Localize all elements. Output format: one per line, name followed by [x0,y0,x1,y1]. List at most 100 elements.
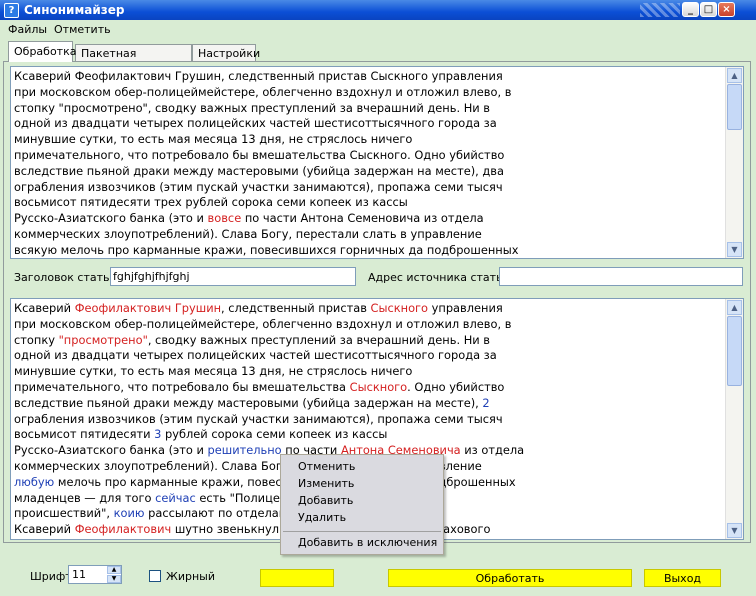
blank-yellow-button[interactable] [260,569,334,587]
result_text-text-segment: Ксаверий [14,301,75,315]
tab-batch-processing[interactable]: Пакетная обработка [75,44,192,77]
source_text-line: Русско-Азиатского банка (это и вовсе по … [14,211,723,227]
close-button[interactable]: × [718,2,735,17]
result_text-line: Ксаверий Феофилактович Грушин, следствен… [14,301,723,317]
result_text-text-segment: младенцев — для того [14,490,156,505]
source_text-line: всякую мелочь про карманные кражи, повес… [14,243,723,258]
source_text-line: одной из двадцати четырех полицейских ча… [14,116,723,132]
result_text-text-segment: при московском обер-полицеймейстере, обл… [14,316,512,331]
context-menu-edit[interactable]: Изменить [298,477,354,490]
source_text-text-segment: ограбления извозчиков (этим пускай участ… [14,179,503,194]
source-text: Ксаверий Феофилактович Грушин, следствен… [14,69,723,258]
article-title-input[interactable]: fghjfghjfhjfghj [110,267,356,286]
result_text-highlighted-word: коию [113,506,145,521]
context-menu-undo[interactable]: Отменить [298,460,355,473]
source_text-text-segment: вследствие пьяной драки между мастеровым… [14,163,504,178]
source-scrollbar[interactable]: ▲ ▼ [725,67,743,258]
result_text-highlighted-word: Сыскного [370,301,429,315]
result_text-highlighted-word: "просмотрено" [58,332,148,347]
source_text-line: ограбления извозчиков (этим пускай участ… [14,180,723,196]
result_text-line: ограбления извозчиков (этим пускай участ… [14,412,723,428]
menu-files[interactable]: Файлы [8,23,47,36]
source-address-label: Адрес источника статьи [368,271,510,284]
result_text-text-segment: происшествий", [14,506,114,521]
result_text-text-segment: восьмисот пятидесяти [14,427,155,442]
result-scrollbar[interactable]: ▲ ▼ [725,299,743,539]
context-menu: Отменить Изменить Добавить Удалить Добав… [280,454,444,555]
context-menu-add-to-exceptions[interactable]: Добавить в исключения [298,536,437,549]
app-icon: ? [4,3,19,18]
tab-processing[interactable]: Обработка [8,41,76,62]
menu-bar: Файлы Отметить [0,20,756,38]
exit-button[interactable]: Выход [644,569,721,587]
bold-label: Жирный [166,570,216,583]
font-size-value: 11 [72,568,86,581]
font-size-stepper[interactable]: 11 ▲ ▼ [68,565,122,584]
result_text-text-segment: ограбления извозчиков (этим пускай участ… [14,411,503,426]
minimize-button[interactable]: _ [682,2,699,17]
source_text-line: стопку "просмотрено", сводку важных прес… [14,101,723,117]
tab-settings[interactable]: Настройки [192,44,260,61]
result_text-text-segment: , следственный пристав [221,301,371,315]
result_text-line: вследствие пьяной драки между мастеровым… [14,396,723,412]
source_text-text-segment: при московском обер-полицеймейстере, обл… [14,84,512,99]
result_text-line: примечательного, что потребовало бы вмеш… [14,380,723,396]
title-bar-pattern [640,3,680,17]
result_text-text-segment: Русско-Азиатского банка (это и [14,443,208,458]
result_text-text-segment: . Одно убийство [407,379,505,394]
result_text-highlighted-word: решительно [207,443,282,458]
scroll-up-arrow-icon[interactable]: ▲ [727,68,742,83]
source_text-text-segment: по части Антона Семеновича из отдела [241,211,484,226]
scroll-thumb[interactable] [727,316,742,386]
source_text-line: минувшие сутки, то есть мая месяца 13 дн… [14,132,723,148]
scroll-down-arrow-icon[interactable]: ▼ [727,242,742,257]
result_text-highlighted-word: Сыскного [349,379,408,394]
result_text-text-segment: рублей сорока семи копеек из кассы [161,427,388,442]
source_text-text-segment: Русско-Азиатского банка (это и [14,211,208,226]
menu-mark[interactable]: Отметить [54,23,111,36]
result_text-line: минувшие сутки, то есть мая месяца 13 дн… [14,364,723,380]
source_text-text-segment: примечательного, что потребовало бы вмеш… [14,147,505,162]
result_text-text-segment: из отдела [460,443,525,458]
result_text-highlighted-word: сейчас [155,490,196,505]
source_text-line: примечательного, что потребовало бы вмеш… [14,148,723,164]
scroll-down-arrow-icon[interactable]: ▼ [727,523,742,538]
result_text-highlighted-word: 2 [482,395,490,410]
result_text-highlighted-word: Феофилактович Грушин [74,301,222,315]
scroll-up-arrow-icon[interactable]: ▲ [727,300,742,315]
result_text-line: одной из двадцати четырех полицейских ча… [14,348,723,364]
scroll-thumb[interactable] [727,84,742,130]
source-address-input[interactable] [499,267,743,286]
article-title-label: Заголовок статьи [14,271,117,284]
result_text-text-segment: Ксаверий [14,522,75,537]
font-label: Шрифт [30,570,72,583]
context-menu-add[interactable]: Добавить [298,494,353,507]
result_text-text-segment: примечательного, что потребовало бы вмеш… [14,379,350,394]
context-menu-separator [283,531,441,532]
result_text-line: стопку "просмотрено", сводку важных прес… [14,333,723,349]
maximize-button[interactable]: □ [700,2,717,17]
source_text-text-segment: минувшие сутки, то есть мая месяца 13 дн… [14,132,413,147]
result_text-line: при московском обер-полицеймейстере, обл… [14,317,723,333]
result_text-text-segment: рассылают по отделам [144,506,288,521]
spin-up-icon[interactable]: ▲ [107,566,121,574]
source_text-line: восьмисот пятидесяти трех рублей сорока … [14,195,723,211]
result_text-highlighted-word: любую [14,474,55,489]
process-button[interactable]: Обработать [388,569,632,587]
source_text-line: при московском обер-полицеймейстере, обл… [14,85,723,101]
window-title: Синонимайзер [24,3,125,17]
source_text-text-segment: одной из двадцати четырех полицейских ча… [14,116,497,131]
source_text-text-segment: стопку "просмотрено", сводку важных прес… [14,100,490,115]
source_text-line: вследствие пьяной драки между мастеровым… [14,164,723,180]
source-text-area[interactable]: Ксаверий Феофилактович Грушин, следствен… [10,66,744,259]
context-menu-delete[interactable]: Удалить [298,511,346,524]
result_text-text-segment: минувшие сутки, то есть мая месяца 13 дн… [14,364,413,379]
result_text-text-segment: управления [428,301,503,315]
bold-checkbox[interactable] [149,570,161,582]
spin-down-icon[interactable]: ▼ [107,575,121,583]
result_text-highlighted-word: Феофилактович [74,522,172,537]
source_text-highlighted-word: вовсе [207,211,242,226]
title-bar: ? Синонимайзер _ □ × [0,0,756,20]
source_text-text-segment: коммерческих злоупотреблений). Слава Бог… [14,226,482,241]
source_text-line: Ксаверий Феофилактович Грушин, следствен… [14,69,723,85]
